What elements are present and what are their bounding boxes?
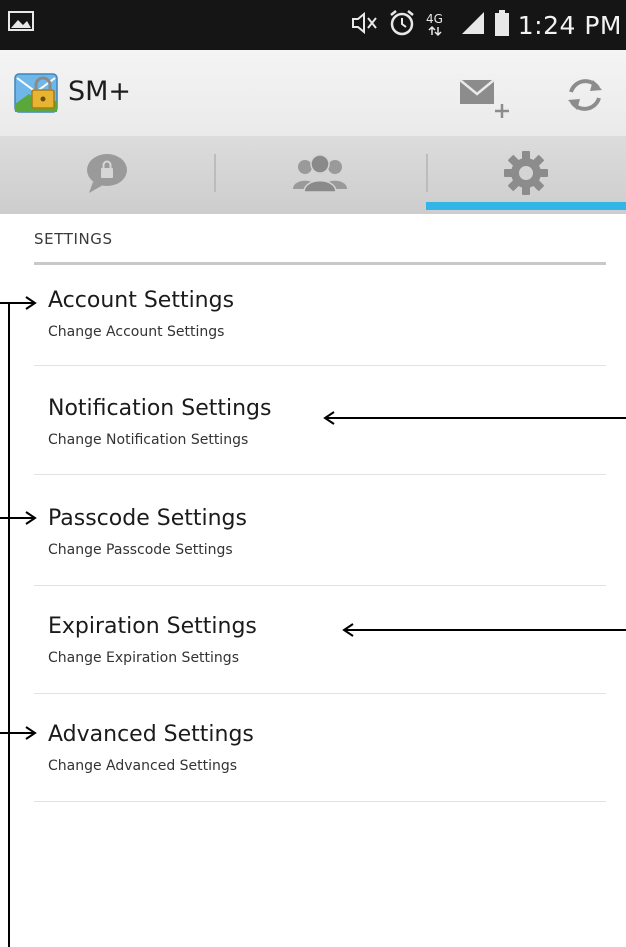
section-divider [34, 262, 606, 265]
lock-envelope-icon[interactable] [14, 70, 58, 114]
settings-item-passcode[interactable]: Passcode Settings Change Passcode Settin… [34, 490, 606, 596]
mute-icon [350, 10, 380, 40]
list-divider [34, 474, 606, 475]
screen: 4G 1:24 PM SM+ SETTINGS Account Settings… [0, 0, 626, 947]
section-header: SETTINGS [34, 230, 113, 248]
list-divider [34, 585, 606, 586]
list-divider [34, 801, 606, 802]
item-subtitle: Change Advanced Settings [48, 758, 238, 774]
contacts-icon [292, 153, 348, 197]
chat-lock-icon [83, 151, 131, 199]
status-time: 1:24 PM [517, 10, 622, 40]
item-title: Passcode Settings [48, 506, 247, 531]
item-subtitle: Change Notification Settings [48, 432, 249, 448]
item-title: Expiration Settings [48, 614, 257, 639]
compose-message-icon[interactable] [458, 76, 512, 120]
svg-text:4G: 4G [426, 12, 443, 26]
refresh-icon[interactable] [560, 72, 610, 118]
item-subtitle: Change Passcode Settings [48, 542, 233, 558]
item-subtitle: Change Account Settings [48, 324, 225, 340]
alarm-icon [388, 9, 416, 41]
item-subtitle: Change Expiration Settings [48, 650, 239, 666]
signal-icon [460, 10, 486, 40]
list-divider [34, 693, 606, 694]
settings-item-advanced[interactable]: Advanced Settings Change Advanced Settin… [34, 706, 606, 812]
item-title: Notification Settings [48, 396, 272, 421]
tab-messages[interactable] [0, 136, 214, 214]
settings-item-expiration[interactable]: Expiration Settings Change Expiration Se… [34, 598, 606, 704]
list-divider [34, 365, 606, 366]
battery-icon [494, 9, 510, 41]
4g-lte-icon: 4G [424, 9, 452, 41]
item-title: Account Settings [48, 288, 235, 313]
tab-selected-indicator [426, 202, 626, 210]
action-bar: SM+ [0, 50, 626, 136]
app-title: SM+ [68, 76, 132, 107]
settings-item-notification[interactable]: Notification Settings Change Notificatio… [34, 380, 606, 486]
gear-icon [503, 150, 549, 200]
status-bar: 4G 1:24 PM [0, 0, 626, 50]
image-icon [8, 11, 34, 31]
settings-item-account[interactable]: Account Settings Change Account Settings [34, 272, 606, 378]
tab-contacts[interactable] [214, 136, 426, 214]
item-title: Advanced Settings [48, 722, 254, 747]
